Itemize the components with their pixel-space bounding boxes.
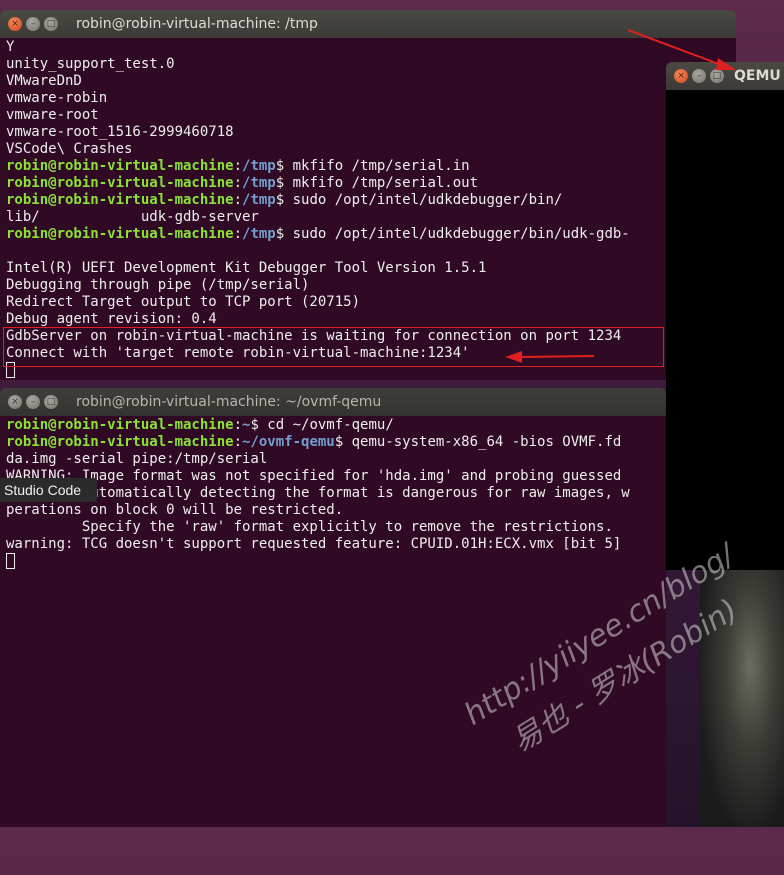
terminal-line: robin@robin-virtual-machine:~/ovmf-qemu$… bbox=[6, 434, 666, 451]
terminal-window-tmp[interactable]: × – □ robin@robin-virtual-machine: /tmp … bbox=[0, 10, 736, 380]
command-text: $ mkfifo /tmp/serial.out bbox=[275, 175, 479, 191]
window-title: robin@robin-virtual-machine: ~/ovmf-qemu bbox=[76, 394, 382, 410]
command-text: $ sudo /opt/intel/udkdebugger/bin/udk-gd… bbox=[275, 226, 630, 242]
terminal-line: VSCode\ Crashes bbox=[6, 141, 736, 158]
prompt-user: robin@robin-virtual-machine bbox=[6, 158, 234, 174]
maximize-icon[interactable]: □ bbox=[710, 69, 724, 83]
prompt-separator: : bbox=[233, 417, 243, 433]
output-text: Debug agent revision: 0.4 bbox=[6, 311, 217, 327]
prompt-separator: : bbox=[233, 192, 243, 208]
terminal-line: robin@robin-virtual-machine:/tmp$ sudo /… bbox=[6, 192, 736, 209]
output-text: vmware-robin bbox=[6, 90, 108, 106]
command-text: $ cd ~/ovmf-qemu/ bbox=[250, 417, 394, 433]
terminal-line: warning: TCG doesn't support requested f… bbox=[6, 536, 666, 553]
terminal-line: vmware-root_1516-2999460718 bbox=[6, 124, 736, 141]
taskbar-tooltip: Studio Code bbox=[0, 478, 97, 502]
terminal-line: Y bbox=[6, 39, 736, 56]
prompt-user: robin@robin-virtual-machine bbox=[6, 226, 234, 242]
terminal-line: VMwareDnD bbox=[6, 73, 736, 90]
terminal-line: perations on block 0 will be restricted. bbox=[6, 502, 666, 519]
prompt-path: ~/ovmf-qemu bbox=[242, 434, 335, 450]
terminal-titlebar[interactable]: × – □ robin@robin-virtual-machine: ~/ovm… bbox=[0, 388, 666, 416]
output-text: Y bbox=[6, 39, 15, 55]
prompt-separator: : bbox=[233, 175, 243, 191]
terminal-line: robin@robin-virtual-machine:/tmp$ mkfifo… bbox=[6, 158, 736, 175]
prompt-user: robin@robin-virtual-machine bbox=[6, 434, 234, 450]
output-text: VSCode\ Crashes bbox=[6, 141, 133, 157]
terminal-line: da.img -serial pipe:/tmp/serial bbox=[6, 451, 666, 468]
desktop-wallpaper bbox=[700, 560, 784, 827]
terminal-line: Redirect Target output to TCP port (2071… bbox=[6, 294, 736, 311]
cursor-line bbox=[6, 553, 666, 570]
close-icon[interactable]: × bbox=[8, 17, 22, 31]
command-text: $ sudo /opt/intel/udkdebugger/bin/ bbox=[275, 192, 563, 208]
terminal-line: robin@robin-virtual-machine:/tmp$ mkfifo… bbox=[6, 175, 736, 192]
cursor[interactable] bbox=[6, 553, 15, 569]
output-text: perations on block 0 will be restricted. bbox=[6, 502, 344, 518]
output-text: Specify the 'raw' format explicitly to r… bbox=[6, 519, 613, 535]
terminal-line: robin@robin-virtual-machine:/tmp$ sudo /… bbox=[6, 226, 736, 243]
output-text: WARNING: Image format was not specified … bbox=[6, 468, 622, 484]
terminal-output[interactable]: robin@robin-virtual-machine:~$ cd ~/ovmf… bbox=[0, 416, 666, 570]
close-icon[interactable]: × bbox=[674, 69, 688, 83]
terminal-line: Specify the 'raw' format explicitly to r… bbox=[6, 519, 666, 536]
terminal-titlebar[interactable]: × – □ robin@robin-virtual-machine: /tmp bbox=[0, 10, 736, 38]
terminal-line: robin@robin-virtual-machine:~$ cd ~/ovmf… bbox=[6, 417, 666, 434]
terminal-line: Automatically detecting the format is da… bbox=[6, 485, 666, 502]
minimize-icon[interactable]: – bbox=[26, 395, 40, 409]
output-text: unity_support_test.0 bbox=[6, 56, 175, 72]
terminal-line: vmware-root bbox=[6, 107, 736, 124]
close-icon[interactable]: × bbox=[8, 395, 22, 409]
terminal-line: lib/ udk-gdb-server bbox=[6, 209, 736, 226]
window-title: QEMU bbox=[734, 68, 781, 84]
maximize-icon[interactable]: □ bbox=[44, 395, 58, 409]
highlight-annotation-box bbox=[3, 327, 664, 367]
terminal-line: WARNING: Image format was not specified … bbox=[6, 468, 666, 485]
prompt-path: /tmp bbox=[242, 158, 276, 174]
prompt-path: /tmp bbox=[242, 226, 276, 242]
prompt-user: robin@robin-virtual-machine bbox=[6, 192, 234, 208]
qemu-titlebar[interactable]: × – □ QEMU bbox=[666, 62, 784, 90]
output-text: Automatically detecting the format is da… bbox=[6, 485, 630, 501]
command-text: $ mkfifo /tmp/serial.in bbox=[275, 158, 470, 174]
window-title: robin@robin-virtual-machine: /tmp bbox=[76, 16, 318, 32]
prompt-user: robin@robin-virtual-machine bbox=[6, 417, 234, 433]
output-text: da.img -serial pipe:/tmp/serial bbox=[6, 451, 268, 467]
output-text: VMwareDnD bbox=[6, 73, 82, 89]
prompt-path: /tmp bbox=[242, 192, 276, 208]
minimize-icon[interactable]: – bbox=[26, 17, 40, 31]
prompt-separator: : bbox=[233, 434, 243, 450]
maximize-icon[interactable]: □ bbox=[44, 17, 58, 31]
output-text: Debugging through pipe (/tmp/serial) bbox=[6, 277, 310, 293]
output-text: vmware-root_1516-2999460718 bbox=[6, 124, 234, 140]
output-text: vmware-root bbox=[6, 107, 99, 123]
output-text: warning: TCG doesn't support requested f… bbox=[6, 536, 622, 552]
command-text: $ qemu-system-x86_64 -bios OVMF.fd bbox=[334, 434, 622, 450]
prompt-user: robin@robin-virtual-machine bbox=[6, 175, 234, 191]
terminal-line: vmware-robin bbox=[6, 90, 736, 107]
output-text: Intel(R) UEFI Development Kit Debugger T… bbox=[6, 260, 487, 276]
terminal-line: Intel(R) UEFI Development Kit Debugger T… bbox=[6, 260, 736, 277]
prompt-separator: : bbox=[233, 226, 243, 242]
terminal-line: Debugging through pipe (/tmp/serial) bbox=[6, 277, 736, 294]
terminal-line: Debug agent revision: 0.4 bbox=[6, 311, 736, 328]
output-text: Redirect Target output to TCP port (2071… bbox=[6, 294, 361, 310]
output-text: lib/ udk-gdb-server bbox=[6, 209, 259, 225]
qemu-window[interactable]: × – □ QEMU bbox=[666, 62, 784, 570]
prompt-path: /tmp bbox=[242, 175, 276, 191]
prompt-separator: : bbox=[233, 158, 243, 174]
terminal-window-ovmf-qemu[interactable]: × – □ robin@robin-virtual-machine: ~/ovm… bbox=[0, 388, 666, 827]
minimize-icon[interactable]: – bbox=[692, 69, 706, 83]
terminal-line: unity_support_test.0 bbox=[6, 56, 736, 73]
